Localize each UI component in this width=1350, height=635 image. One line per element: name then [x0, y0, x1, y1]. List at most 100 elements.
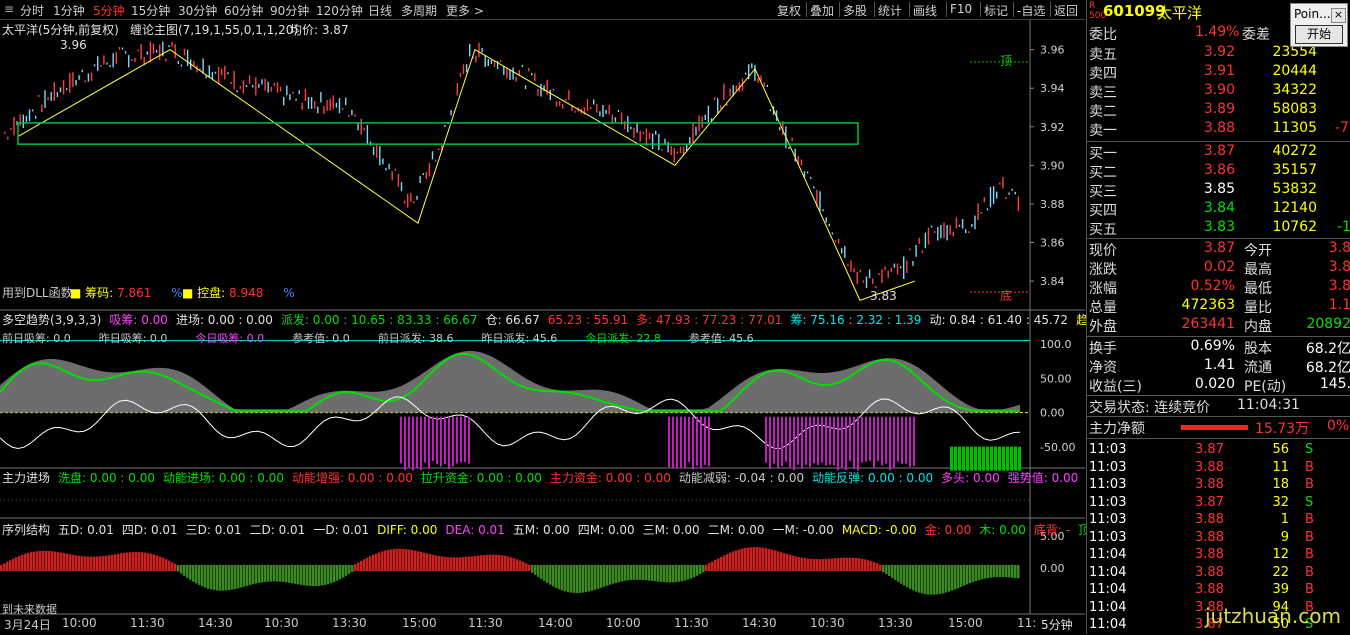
toolbar-divider [839, 2, 840, 17]
zigzag-line [17, 48, 916, 301]
y-tick-label: 0.00 [1040, 407, 1065, 420]
quote-panel: R 500 601099 太平洋 委比 1.49% 委差 卖五 3.92 23554 卖四 3… [1086, 0, 1350, 634]
stat-row: 收益(三) 0.020 PE(动) 145. [1089, 376, 1350, 395]
period-tab[interactable]: 90分钟 [270, 2, 309, 19]
indicator-value: 进场: 0.00 : 0.00 [175, 313, 273, 327]
candles [4, 41, 1020, 289]
y-tick-label: 3.92 [1040, 121, 1065, 134]
sub-label: 参考值: 45.6 [688, 332, 754, 345]
time-label: 13:30 [878, 616, 913, 630]
ask-row: 卖二 3.89 58083 [1089, 101, 1317, 120]
y-tick-label: -50.00 [1040, 441, 1075, 454]
period-indicator[interactable]: 5分钟 [1041, 616, 1073, 633]
sub-label: 参考值: 0.0 [292, 332, 350, 345]
sub-label: 昨日吸筹: 0.0 [98, 332, 168, 345]
tool-button[interactable]: F10 [950, 2, 972, 16]
y-tick-label: 0.00 [1040, 562, 1065, 575]
main-indicator: 缠论主图(7,19,1,55,0,1,1,20) [130, 23, 299, 37]
indicator-value: 派发: 0.00 : 10.65 : 83.33 : 66.67 [280, 313, 478, 327]
indicator-value: 动能增强: 0.00 : 0.00 [291, 471, 413, 485]
period-tab[interactable]: 15分钟 [131, 2, 170, 19]
stat-row: 涨跌 0.02 最高 3.8 [1089, 259, 1350, 278]
stat-row: 换手 0.69% 股本 68.2亿 [1089, 338, 1350, 357]
future-data-label: 到未来数据 [2, 603, 57, 616]
dll-label: 用到DLL函数 [2, 286, 73, 300]
period-tab[interactable]: 120分钟 [316, 2, 363, 19]
indicator-value: 金: 0.00 [924, 523, 972, 537]
tool-button[interactable]: 叠加 [810, 2, 834, 19]
toolbar-divider [874, 2, 875, 17]
ask-row: 卖一 3.88 11305 -7 [1089, 120, 1349, 139]
toolbar-divider [980, 2, 981, 17]
stat-row: 现价 3.87 今开 3.8 [1089, 240, 1350, 259]
chouma-label: ■ 筹码: 7.861 % [70, 286, 183, 300]
indicator-value: DEA: 0.01 [445, 523, 505, 537]
time-label: 10:00 [606, 616, 641, 630]
period-toolbar: 分时 1分钟 5分钟 15分钟 30分钟 60分钟 90分钟 120分钟 日线 多周期 更多 > ≡ 复… [0, 0, 1085, 20]
ask-row: 卖三 3.90 34322 [1089, 82, 1317, 101]
indicator-value: 底背: - [1033, 523, 1071, 537]
tool-button[interactable]: 多股 [843, 2, 867, 19]
low-label: 3.83 [870, 289, 897, 303]
weibi-row: 委比 1.49% 委差 [1089, 24, 1270, 43]
start-button[interactable]: 开始 [1295, 25, 1343, 44]
period-tab[interactable]: 分时 [20, 2, 44, 19]
time-label: 14:30 [742, 616, 777, 630]
panel-name: 主力进场 [2, 471, 51, 485]
close-icon[interactable]: × [1331, 8, 1346, 23]
time-label: 15:00 [948, 616, 983, 630]
tool-button[interactable]: 标记 [984, 2, 1008, 19]
time-label: 15:00 [402, 616, 437, 630]
period-tab[interactable]: 多周期 [401, 2, 437, 19]
stat-row: 净资 1.41 流通 68.2亿 [1089, 357, 1350, 376]
tool-button[interactable]: 复权 [777, 2, 801, 19]
indicator-value: 四D: 0.01 [121, 523, 178, 537]
time-label: 14:00 [538, 616, 573, 630]
tool-button[interactable]: 统计 [878, 2, 902, 19]
time-label: 10:30 [264, 616, 299, 630]
pivot-zone [17, 122, 859, 145]
kongpan-label: ■ 控盘: 8.948 % [182, 286, 295, 300]
indicator-value: 动: 0.84 : 61.40 : 45.72 [929, 313, 1069, 327]
tick-row: 11:03 3.88 18 B [1089, 477, 1314, 492]
panel2-header: 多空趋势(3,9,3,3) 吸筹: 0.00 进场: 0.00 : 0.00 派发: … [2, 311, 1138, 328]
y-tick-label: 3.88 [1040, 198, 1065, 211]
trend-area [0, 350, 1020, 413]
bid-row: 买二 3.86 35157 [1089, 162, 1317, 181]
bid-row: 买四 3.84 12140 [1089, 200, 1317, 219]
tool-button[interactable]: -自选 [1017, 2, 1045, 19]
period-tab[interactable]: 更多 > [446, 2, 484, 19]
indicator-value: DIFF: 0.00 [377, 523, 438, 537]
indicator-value: 筹: 75.16 : 2.32 : 1.39 [790, 313, 922, 327]
magenta-bars [400, 416, 1021, 471]
y-tick-label: 50.00 [1040, 372, 1072, 385]
stat-row: 涨幅 0.52% 最低 3.8 [1089, 278, 1350, 297]
tool-button[interactable]: 返回 [1054, 2, 1078, 19]
time-label: 13:30 [332, 616, 367, 630]
tick-row: 11:03 3.87 56 S [1089, 442, 1314, 457]
trade-state-row: 交易状态: 连续竞价 11:04:31 [1089, 397, 1300, 416]
panel3-header: 主力进场 洗盘: 0.00 : 0.00 动能进场: 0.00 : 0.00 动能增强… [2, 469, 1086, 486]
bid-row: 买三 3.85 53832 [1089, 181, 1317, 200]
time-label: 14:30 [198, 616, 233, 630]
indicator-value: 四M: 0.00 [577, 523, 635, 537]
popup-title: Poin... [1294, 7, 1331, 21]
period-tab[interactable]: 日线 [368, 2, 392, 19]
sub-label: 今日派发: 22.8 [585, 332, 661, 345]
indicator-value: 三M: 0.00 [642, 523, 700, 537]
period-tab[interactable]: 30分钟 [178, 2, 217, 19]
sub-label: 前日派发: 38.6 [377, 332, 454, 345]
main-title: 太平洋(5分钟,前复权) [2, 23, 119, 37]
toolbar-divider [909, 2, 910, 17]
time-label: 11:30 [468, 616, 503, 630]
menu-icon[interactable]: ≡ [4, 2, 14, 16]
period-tab[interactable]: 60分钟 [224, 2, 263, 19]
period-tab[interactable]: 5分钟 [93, 2, 125, 19]
y-tick-label: 3.96 [1040, 44, 1065, 57]
time-label: 11: [1017, 616, 1037, 630]
time-label: 3月24日 [4, 618, 51, 632]
tool-button[interactable]: 画线 [913, 2, 937, 19]
panel4-header: 序列结构 五D: 0.01 四D: 0.01 三D: 0.01 二D: 0.01 一D: … [2, 521, 1122, 538]
period-tab[interactable]: 1分钟 [53, 2, 85, 19]
toolbar-divider [1050, 2, 1051, 17]
